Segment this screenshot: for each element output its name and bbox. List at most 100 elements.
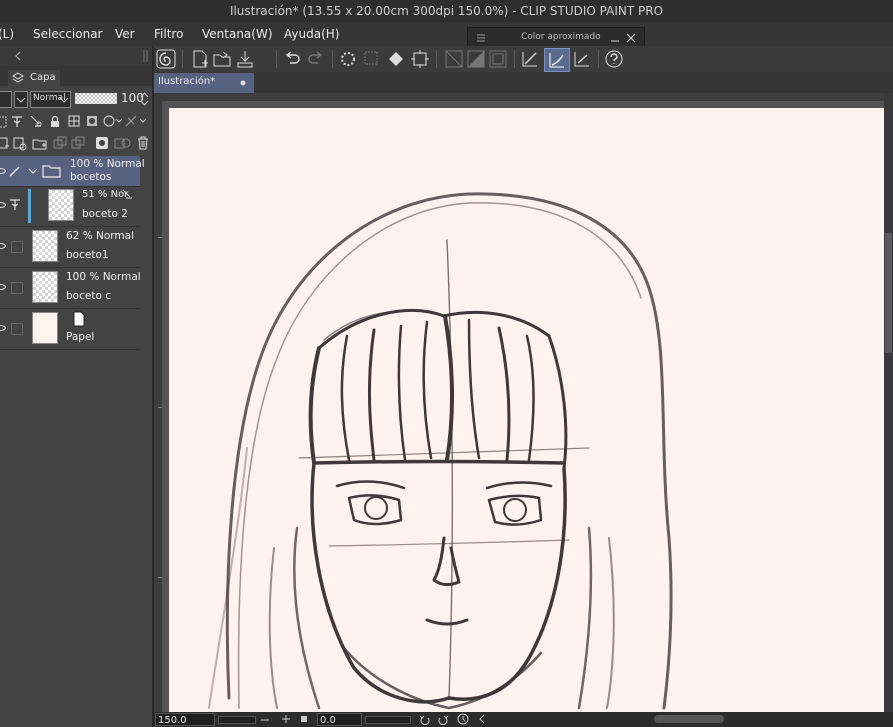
toolbar-separator (436, 50, 437, 68)
blend-mode-select[interactable]: Normal (30, 91, 71, 108)
delete-layer-icon[interactable] (136, 136, 150, 151)
undo-icon[interactable] (282, 49, 302, 69)
layer-row-boceto1[interactable]: 62 % Normal boceto1 (0, 227, 140, 268)
visibility-eye-icon[interactable] (0, 166, 6, 176)
layer-row-paper[interactable]: Papel (0, 309, 140, 350)
visibility-eye-icon[interactable] (0, 282, 6, 292)
zoom-slider[interactable] (218, 716, 256, 724)
menu-item-view[interactable]: Ver (115, 27, 135, 41)
menu-item-help[interactable]: Ayuda(H) (284, 27, 339, 41)
reference-layer-icon[interactable] (10, 114, 24, 129)
pen-edit-icon[interactable] (8, 164, 22, 178)
blend-dropdown-a[interactable] (14, 91, 28, 108)
horizontal-scroll-thumb[interactable] (654, 715, 724, 723)
layer-props-toolbar (0, 112, 152, 132)
fit-stop-icon[interactable] (299, 714, 309, 724)
panel-title: Color aproximado (521, 32, 601, 42)
close-icon[interactable] (626, 33, 636, 43)
export-dropdown-icon[interactable] (236, 49, 256, 69)
transfer-down-icon[interactable] (53, 136, 67, 151)
mask-dropdown-icon[interactable] (102, 114, 122, 129)
command-bar (154, 46, 893, 72)
layer-name: boceto 2 (82, 208, 128, 220)
grip-icon[interactable] (143, 50, 149, 62)
fill-icon[interactable] (386, 49, 406, 69)
layer-name: Papel (66, 331, 95, 343)
frame-icon[interactable] (488, 49, 508, 69)
rotate-right-icon[interactable] (438, 714, 449, 725)
layer-checkbox[interactable] (11, 241, 23, 253)
paper-thumbnail (32, 312, 58, 344)
opacity-slider[interactable] (75, 93, 117, 104)
scrollbar-thumb[interactable] (885, 233, 892, 353)
document-tab-label: Ilustración* (158, 76, 216, 87)
new-vector-layer-icon[interactable] (13, 136, 27, 151)
snap-special-ruler-toggle[interactable] (544, 48, 570, 72)
loading-spinner-icon[interactable] (338, 49, 358, 69)
transform-icon[interactable] (410, 49, 430, 69)
layer-row-folder[interactable]: 100 % Normal bocetos (0, 156, 145, 187)
ruler-dropdown-icon[interactable] (124, 114, 148, 129)
layer-checkbox[interactable] (11, 323, 23, 335)
layer-row-boceto-c[interactable]: 100 % Normal boceto c (0, 268, 141, 309)
lock-swatch[interactable] (0, 91, 12, 108)
menu-item-filter[interactable]: Filtro (154, 27, 183, 41)
chevron-down-icon (59, 97, 69, 103)
zoom-in-icon[interactable] (281, 714, 291, 724)
chevron-down-icon[interactable] (28, 167, 38, 175)
rotate-left-icon[interactable] (419, 714, 430, 725)
canvas-paper[interactable] (169, 108, 884, 712)
lock-icon[interactable] (48, 114, 62, 129)
hide-outside-icon[interactable] (444, 49, 464, 69)
redo-icon[interactable] (306, 49, 326, 69)
window-title: Ilustración* (13.55 x 20.00cm 300dpi 150… (229, 4, 664, 18)
grid-snap-icon[interactable] (572, 49, 592, 69)
layer-checkbox[interactable] (11, 282, 23, 294)
clip-indicator (28, 189, 31, 223)
shading-icon[interactable] (466, 49, 486, 69)
layer-mode: 62 % Normal (66, 230, 135, 242)
new-file-icon[interactable] (190, 49, 210, 69)
apply-mask-icon[interactable] (114, 136, 132, 151)
clear-selection-icon[interactable] (362, 49, 382, 69)
panel-collapse-bar[interactable] (0, 46, 152, 66)
menu-item-layer[interactable]: (L) (0, 27, 14, 41)
vertical-scrollbar[interactable] (884, 93, 893, 712)
panel-menu-icon[interactable] (476, 33, 486, 43)
document-tab[interactable]: Ilustración* (154, 73, 254, 93)
rotation-field[interactable]: 0.0 (317, 713, 362, 726)
draft-layer-icon[interactable] (29, 114, 43, 129)
add-mask-icon[interactable] (95, 136, 109, 151)
lock-transparency-icon[interactable] (67, 114, 81, 129)
status-bar: 150.0 0.0 (154, 712, 893, 727)
reset-rotation-icon[interactable] (457, 713, 469, 725)
help-icon[interactable] (604, 49, 624, 69)
new-raster-layer-icon[interactable] (0, 136, 10, 151)
zoom-out-icon[interactable] (260, 715, 270, 724)
menu-item-select[interactable]: Seleccionar (33, 27, 102, 41)
unsaved-dot-icon[interactable] (240, 80, 246, 86)
open-folder-icon[interactable] (212, 49, 232, 69)
scroll-left-icon[interactable] (478, 714, 486, 724)
clip-icon[interactable] (0, 115, 8, 129)
merge-down-icon[interactable] (71, 136, 85, 151)
tab-layer-label: Capa (30, 72, 56, 83)
visibility-eye-icon[interactable] (0, 241, 6, 251)
toolbar-separator (182, 50, 183, 68)
minimize-icon[interactable] (610, 33, 620, 43)
spin-arrows-icon[interactable] (140, 91, 149, 107)
mask-icon[interactable] (85, 114, 99, 129)
new-folder-icon[interactable] (32, 136, 48, 151)
draft-layer-icon (122, 189, 132, 199)
layer-mode: 100 % Normal (70, 158, 145, 170)
menu-item-window[interactable]: Ventana(W) (202, 27, 273, 41)
ruler-snap-icon[interactable] (520, 49, 540, 69)
clip-studio-icon[interactable] (156, 49, 176, 69)
chevron-left-icon[interactable] (14, 51, 22, 61)
layer-row-boceto-2[interactable]: 51 % Nor boceto 2 (0, 186, 140, 227)
zoom-field[interactable]: 150.0 (155, 713, 215, 726)
visibility-eye-icon[interactable] (0, 323, 6, 333)
rotation-slider[interactable] (365, 716, 411, 724)
visibility-eye-icon[interactable] (0, 200, 6, 210)
tab-layer[interactable]: Capa (8, 70, 60, 86)
